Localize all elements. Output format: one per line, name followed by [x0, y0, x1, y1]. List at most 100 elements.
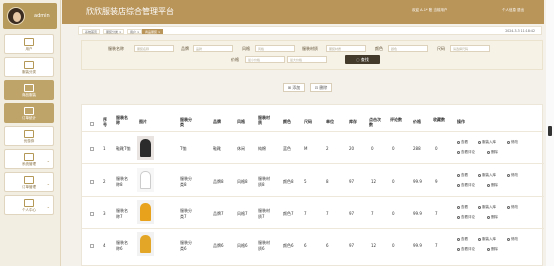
- nav-item-clothes[interactable]: 商品服装: [4, 80, 54, 100]
- user-icon: [24, 38, 34, 46]
- th-actions: 操作: [457, 119, 465, 124]
- stock-in-action[interactable]: 服装入库: [478, 205, 496, 210]
- action-label: 服装入库: [482, 173, 496, 177]
- brand-input[interactable]: 品牌: [193, 45, 233, 52]
- cell-style: 风格7: [237, 211, 248, 216]
- tag-users[interactable]: 用户 ×: [127, 29, 143, 34]
- label-style: 风格: [242, 46, 250, 51]
- view-reviews-action[interactable]: 查看评论: [457, 183, 475, 188]
- view-action[interactable]: 查看: [457, 173, 468, 178]
- action-label: 修改: [511, 205, 518, 209]
- delete-action[interactable]: 删除: [487, 247, 498, 252]
- cell-name: 服装名称6: [116, 240, 128, 251]
- comment-icon: [457, 247, 460, 251]
- action-label: 查看: [461, 205, 468, 209]
- cell-category: 服装分类8: [180, 176, 192, 187]
- cell-reviews: 0: [392, 146, 395, 151]
- view-reviews-action[interactable]: 查看评论: [457, 150, 475, 155]
- max-price-input[interactable]: 最大价格: [287, 56, 327, 63]
- chevron-down-icon: ⌄: [46, 204, 50, 209]
- edit-action[interactable]: 修改: [507, 140, 518, 145]
- header-divider: [82, 131, 544, 132]
- nav-label: 商品服装: [22, 93, 36, 97]
- personal-links[interactable]: 个人信息 退出: [502, 8, 524, 13]
- edit-action[interactable]: 修改: [507, 173, 518, 178]
- add-label: 添加: [292, 85, 301, 90]
- comment-icon: [457, 215, 460, 219]
- view-action[interactable]: 查看: [457, 140, 468, 145]
- tag-home[interactable]: 系统首页: [82, 29, 101, 34]
- select-all-checkbox[interactable]: [90, 122, 94, 126]
- cell-size: 7: [304, 211, 307, 216]
- label-size: 尺码: [437, 46, 445, 51]
- stock-in-action[interactable]: 服装入库: [478, 237, 496, 242]
- nav-item-system[interactable]: 系统管理 ⌄: [4, 149, 54, 169]
- scrollbar-thumb[interactable]: [548, 126, 552, 136]
- view-reviews-action[interactable]: 查看评论: [457, 247, 475, 252]
- product-image[interactable]: [137, 232, 154, 256]
- stock-in-action[interactable]: 服装入库: [478, 173, 496, 178]
- view-action[interactable]: 查看: [457, 205, 468, 210]
- edit-icon: [507, 140, 510, 144]
- nav-item-orders[interactable]: 订单管理 ⌄: [4, 172, 54, 192]
- search-button[interactable]: ◌ 查找: [345, 55, 380, 64]
- tag-category[interactable]: 服装分类 ×: [103, 29, 125, 34]
- cell-favorites: 0: [435, 146, 438, 151]
- cell-style: 风格6: [237, 243, 248, 248]
- nav-item-users[interactable]: 用户: [4, 34, 54, 54]
- th-favorites: 收藏数: [433, 117, 445, 122]
- cell-unit: 7: [326, 211, 329, 216]
- edit-action[interactable]: 修改: [507, 205, 518, 210]
- cell-size: 6: [304, 243, 307, 248]
- cell-color: 蓝色: [283, 146, 291, 151]
- row-checkbox[interactable]: [90, 180, 94, 184]
- cell-name: 服装名称8: [116, 176, 128, 187]
- delete-label: 删除: [319, 85, 328, 90]
- trash-icon: [487, 150, 490, 154]
- product-image[interactable]: [137, 168, 154, 192]
- product-image[interactable]: [137, 136, 154, 160]
- delete-action[interactable]: 删除: [487, 183, 498, 188]
- tag-clothes[interactable]: 商品服装 ×: [142, 29, 164, 34]
- row-checkbox[interactable]: [90, 147, 94, 151]
- row-checkbox[interactable]: [90, 244, 94, 248]
- topbar: 欣欣服装店综合管理平台 欢迎 A-1* 账 当前用户 个人信息 退出: [62, 0, 544, 24]
- min-price-input[interactable]: 最小价格: [245, 56, 285, 63]
- delete-action[interactable]: 删除: [487, 215, 498, 220]
- product-image[interactable]: [137, 200, 154, 224]
- trash-icon: [487, 183, 490, 187]
- label-color: 颜色: [375, 46, 383, 51]
- th-reviews: 评论数: [390, 117, 402, 122]
- label-material: 服装材质: [302, 46, 318, 51]
- profile-card[interactable]: admin: [3, 3, 57, 29]
- stock-icon: [478, 205, 481, 209]
- color-input[interactable]: 颜色: [388, 45, 428, 52]
- row-checkbox[interactable]: [90, 212, 94, 216]
- nav-item-coupon[interactable]: 优惠券: [4, 126, 54, 146]
- view-reviews-action[interactable]: 查看评论: [457, 215, 475, 220]
- action-label: 查看: [461, 237, 468, 241]
- action-label: 删除: [491, 215, 498, 219]
- nav-item-profile[interactable]: 个人中心 ⌄: [4, 195, 54, 215]
- action-label: 修改: [511, 140, 518, 144]
- action-label: 查看评论: [461, 247, 475, 251]
- scrollbar[interactable]: [546, 0, 554, 266]
- stock-in-action[interactable]: 服装入库: [478, 140, 496, 145]
- view-action[interactable]: 查看: [457, 237, 468, 242]
- cell-favorites: 7: [435, 243, 438, 248]
- nav-item-category[interactable]: 服装分类: [4, 57, 54, 77]
- nav-item-stats[interactable]: 订单统计: [4, 103, 54, 123]
- cell-price: 99.9: [413, 243, 422, 248]
- style-input[interactable]: 风格: [255, 45, 295, 52]
- name-input[interactable]: 服装名称: [134, 45, 174, 52]
- edit-icon: [507, 173, 510, 177]
- size-select[interactable]: 请选择尺码: [450, 45, 490, 52]
- comment-icon: [457, 150, 460, 154]
- cell-stock: 97: [349, 243, 355, 248]
- delete-button[interactable]: ⊡ 删除: [310, 83, 332, 92]
- material-input[interactable]: 服装材质: [326, 45, 366, 52]
- edit-action[interactable]: 修改: [507, 237, 518, 242]
- view-icon: [457, 205, 460, 209]
- delete-action[interactable]: 删除: [487, 150, 498, 155]
- add-button[interactable]: ⊞ 添加: [283, 83, 305, 92]
